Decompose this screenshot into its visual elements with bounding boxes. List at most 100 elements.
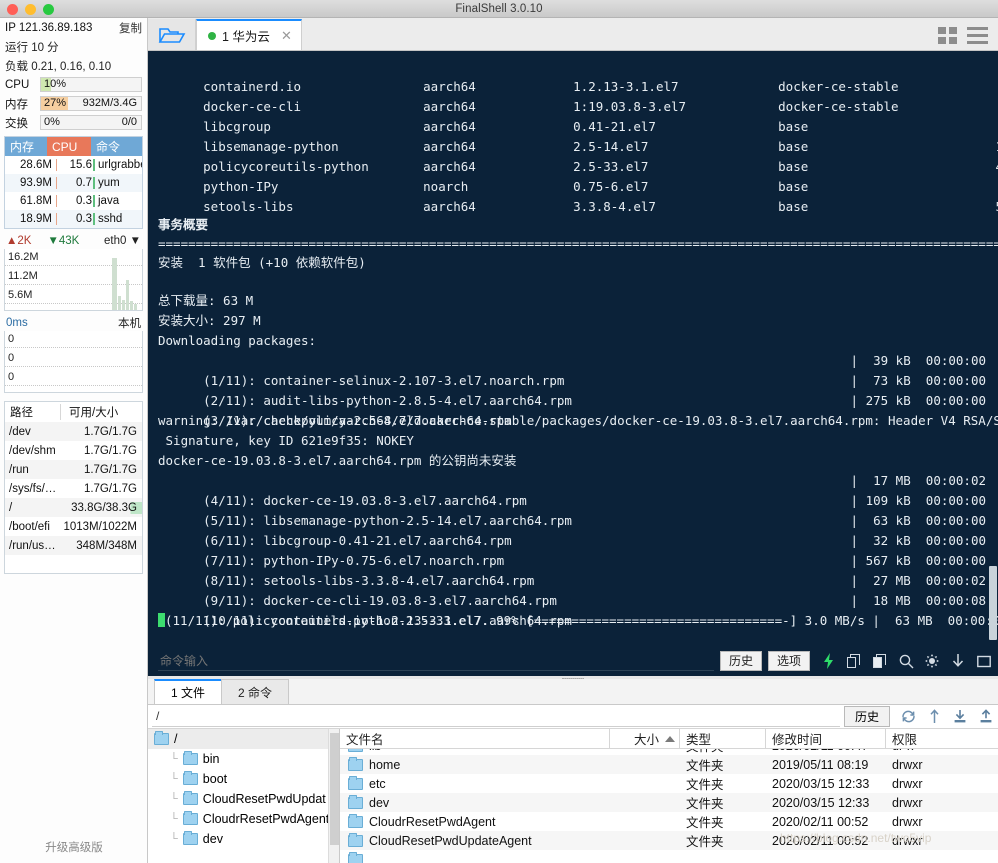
tree-label: CloudResetPwdUpdat bbox=[202, 792, 326, 806]
file-history-button[interactable]: 历史 bbox=[843, 706, 890, 727]
list-item[interactable]: dev 文件夹 2020/03/15 12:33 drwxr bbox=[340, 793, 998, 812]
column-header-modified[interactable]: 修改时间 bbox=[766, 729, 886, 749]
load-average-label: 负载 0.21, 0.16, 0.10 bbox=[5, 60, 112, 73]
directory-tree[interactable]: / └ bin └ boot └ CloudResetPwdUpdat └ Cl… bbox=[148, 729, 340, 863]
process-header-mem[interactable]: 内存 bbox=[5, 138, 47, 155]
ping-host[interactable]: 本机 bbox=[118, 315, 141, 331]
close-icon[interactable]: ✕ bbox=[281, 28, 292, 44]
tree-item[interactable]: └ bin bbox=[148, 749, 339, 769]
package-version: 0.41-21.el7 bbox=[573, 119, 656, 134]
hamburger-menu-icon[interactable] bbox=[967, 27, 988, 44]
disk-table-header: 路径 可用/大小 bbox=[5, 402, 142, 422]
tree-branch-icon: └ bbox=[170, 773, 178, 785]
tree-scrollbar[interactable] bbox=[328, 729, 339, 863]
tree-item[interactable]: └ CloudrResetPwdAgent bbox=[148, 809, 339, 829]
list-item[interactable]: etc 文件夹 2020/03/15 12:33 drwxr bbox=[340, 774, 998, 793]
process-header-cmd[interactable]: 命令 bbox=[91, 138, 142, 155]
download-text: (3/11): checkpolicy-2.5-8.el7.aarch64.rp… bbox=[203, 413, 512, 428]
table-row[interactable]: 28.6M 15.6 urlgrabbe.. bbox=[5, 156, 142, 174]
tree-item[interactable]: └ boot bbox=[148, 769, 339, 789]
folder-icon bbox=[182, 771, 198, 785]
tab-huawei-cloud[interactable]: 1 华为云 ✕ bbox=[196, 19, 302, 50]
table-row[interactable]: 61.8M 0.3 java bbox=[5, 192, 142, 210]
refresh-icon[interactable] bbox=[900, 709, 916, 725]
terminal-scrollbar[interactable] bbox=[989, 566, 997, 640]
close-window-button[interactable] bbox=[7, 4, 18, 15]
table-row[interactable]: /boot/efi 1013M/1022M bbox=[5, 517, 142, 536]
history-button[interactable]: 历史 bbox=[719, 651, 762, 671]
column-header-size[interactable]: 大小 bbox=[610, 729, 680, 749]
package-version: 2.5-14.el7 bbox=[573, 139, 649, 154]
table-row[interactable]: /sys/fs/… 1.7G/1.7G bbox=[5, 479, 142, 498]
tree-label: / bbox=[174, 732, 178, 746]
file-perm-cell: drwxr bbox=[892, 833, 923, 848]
tab-commands[interactable]: 2 命令 bbox=[221, 679, 290, 704]
download-speed: ▼43K bbox=[47, 234, 80, 247]
tab-files[interactable]: 1 文件 bbox=[154, 679, 223, 704]
download-meta: | 39 kB 00:00:00 bbox=[850, 353, 986, 368]
table-row[interactable]: / 33.8G/38.3G bbox=[5, 498, 142, 517]
file-modified-cell: 2020/02/11 00:52 bbox=[772, 833, 869, 848]
list-item[interactable]: CloudrResetPwdAgent 文件夹 2020/02/11 00:52… bbox=[340, 812, 998, 831]
paste-icon[interactable] bbox=[872, 652, 888, 670]
table-row[interactable]: 18.9M 0.3 sshd bbox=[5, 210, 142, 228]
package-repo: docker-ce-stable bbox=[778, 99, 899, 114]
package-repo: base bbox=[778, 139, 809, 154]
file-name-cell bbox=[340, 851, 610, 863]
folder-icon bbox=[348, 851, 363, 863]
tree-item[interactable]: └ dev bbox=[148, 829, 339, 849]
up-arrow-icon[interactable] bbox=[926, 709, 942, 725]
download-icon[interactable] bbox=[950, 652, 966, 670]
network-interface-select[interactable]: eth0 ▼ bbox=[104, 235, 141, 247]
open-folder-icon[interactable] bbox=[148, 19, 196, 50]
list-item[interactable]: home 文件夹 2019/05/11 08:19 drwxr bbox=[340, 755, 998, 774]
copy-ip-button[interactable]: 复制 bbox=[119, 20, 142, 36]
lightning-icon[interactable] bbox=[820, 652, 836, 670]
terminal-output[interactable]: containerd.io aarch64 1.2.13-3.1.el7 docker… bbox=[148, 51, 998, 646]
upgrade-link[interactable]: 升级高级版 bbox=[0, 839, 148, 855]
folder-icon bbox=[182, 831, 198, 845]
path-input[interactable] bbox=[152, 706, 840, 727]
minimize-window-button[interactable] bbox=[25, 4, 36, 15]
table-row[interactable]: /run 1.7G/1.7G bbox=[5, 460, 142, 479]
gear-icon[interactable] bbox=[924, 652, 940, 670]
tree-label: boot bbox=[202, 772, 228, 786]
tree-item-root[interactable]: / bbox=[148, 729, 339, 749]
window-title: FinalShell 3.0.10 bbox=[455, 2, 543, 15]
list-item[interactable] bbox=[340, 850, 998, 863]
table-row[interactable]: /dev 1.7G/1.7G bbox=[5, 422, 142, 441]
tree-branch-icon: └ bbox=[170, 813, 178, 825]
table-row[interactable]: /run/us… 348M/348M bbox=[5, 536, 142, 555]
disk-header-usage[interactable]: 可用/大小 bbox=[61, 404, 142, 420]
disk-header-path[interactable]: 路径 bbox=[5, 404, 61, 420]
disk-usage: 1.7G/1.7G bbox=[83, 463, 137, 476]
disk-path: /dev bbox=[9, 425, 31, 438]
total-download-size: 总下载量: 63 M bbox=[158, 293, 254, 308]
copy-icon[interactable] bbox=[846, 652, 862, 670]
ping-latency: 0ms bbox=[6, 317, 28, 329]
package-arch: aarch64 bbox=[423, 139, 476, 154]
package-name: containerd.io bbox=[203, 79, 301, 94]
column-header-permissions[interactable]: 权限 bbox=[886, 729, 938, 749]
command-input[interactable] bbox=[158, 651, 714, 671]
process-table[interactable]: 内存 CPU 命令 28.6M 15.6 urlgrabbe.. 93.9M 0… bbox=[4, 136, 143, 229]
maximize-window-button[interactable] bbox=[43, 4, 54, 15]
window-icon[interactable] bbox=[976, 652, 992, 670]
download-icon[interactable] bbox=[952, 709, 968, 725]
upload-icon[interactable] bbox=[978, 709, 994, 725]
window-controls[interactable] bbox=[7, 4, 54, 15]
column-header-name[interactable]: 文件名 bbox=[340, 729, 610, 749]
options-button[interactable]: 选项 bbox=[767, 651, 810, 671]
disk-table[interactable]: 路径 可用/大小 /dev 1.7G/1.7G /dev/shm 1.7G/1.… bbox=[4, 401, 143, 574]
search-icon[interactable] bbox=[898, 652, 914, 670]
file-list[interactable]: 文件名 大小 类型 修改时间 权限 lib 文件夹 bbox=[340, 729, 998, 863]
tree-item[interactable]: └ CloudResetPwdUpdat bbox=[148, 789, 339, 809]
table-row[interactable]: /dev/shm 1.7G/1.7G bbox=[5, 441, 142, 460]
grid-view-icon[interactable] bbox=[938, 27, 957, 44]
file-name-cell: CloudResetPwdUpdateAgent bbox=[340, 832, 610, 848]
table-row[interactable]: 93.9M 0.7 yum bbox=[5, 174, 142, 192]
list-item[interactable]: CloudResetPwdUpdateAgent 文件夹 2020/02/11 … bbox=[340, 831, 998, 850]
process-header-cpu[interactable]: CPU bbox=[47, 137, 91, 156]
column-header-type[interactable]: 类型 bbox=[680, 729, 766, 749]
process-cmd: sshd bbox=[98, 213, 123, 225]
